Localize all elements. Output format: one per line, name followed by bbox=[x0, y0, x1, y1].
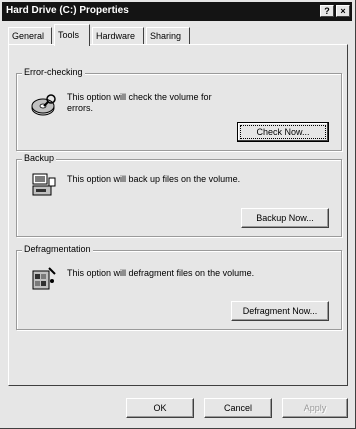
tab-strip: General Tools Hardware Sharing bbox=[8, 24, 348, 46]
check-now-button[interactable]: Check Now... bbox=[237, 122, 329, 142]
backup-legend: Backup bbox=[22, 153, 57, 163]
error-checking-legend: Error-checking bbox=[22, 67, 85, 77]
backup-group: Backup This option will back up files on… bbox=[16, 153, 342, 237]
cancel-button[interactable]: Cancel bbox=[204, 398, 272, 418]
defragmentation-legend: Defragmentation bbox=[22, 244, 93, 254]
defragment-icon bbox=[31, 265, 57, 291]
tab-general-label: General bbox=[12, 31, 45, 41]
tab-tools-label: Tools bbox=[58, 30, 80, 40]
tab-tools[interactable]: Tools bbox=[54, 24, 90, 46]
help-button[interactable]: ? bbox=[320, 5, 334, 17]
tab-general[interactable]: General bbox=[8, 27, 52, 45]
window-title: Hard Drive (C:) Properties bbox=[6, 5, 129, 16]
apply-button[interactable]: Apply bbox=[282, 398, 348, 418]
defragmentation-description: This option will defragment files on the… bbox=[67, 268, 255, 278]
defragment-now-button[interactable]: Defragment Now... bbox=[231, 301, 329, 321]
error-checking-text-line1: This option will check the volume for bbox=[67, 92, 212, 102]
title-bar[interactable]: Hard Drive (C:) Properties ? × bbox=[2, 2, 352, 21]
backup-now-button[interactable]: Backup Now... bbox=[241, 208, 329, 228]
close-button[interactable]: × bbox=[336, 5, 350, 17]
backup-description: This option will back up files on the vo… bbox=[67, 174, 241, 184]
tab-sharing[interactable]: Sharing bbox=[146, 27, 190, 45]
tab-hardware-label: Hardware bbox=[96, 31, 136, 41]
tools-tab-panel: Error-checking This option will check th… bbox=[8, 44, 348, 386]
tab-hardware[interactable]: Hardware bbox=[92, 27, 144, 45]
error-checking-description: This option will check the volume for er… bbox=[67, 92, 212, 114]
disk-check-icon bbox=[31, 92, 57, 118]
error-checking-group: Error-checking This option will check th… bbox=[16, 67, 342, 151]
tab-sharing-label: Sharing bbox=[150, 31, 182, 41]
ok-button[interactable]: OK bbox=[126, 398, 194, 418]
defragmentation-group: Defragmentation This option will defragm… bbox=[16, 244, 342, 330]
backup-icon bbox=[31, 172, 57, 198]
properties-dialog: Hard Drive (C:) Properties ? × General T… bbox=[0, 0, 356, 429]
error-checking-text-line2: errors. bbox=[67, 103, 94, 113]
